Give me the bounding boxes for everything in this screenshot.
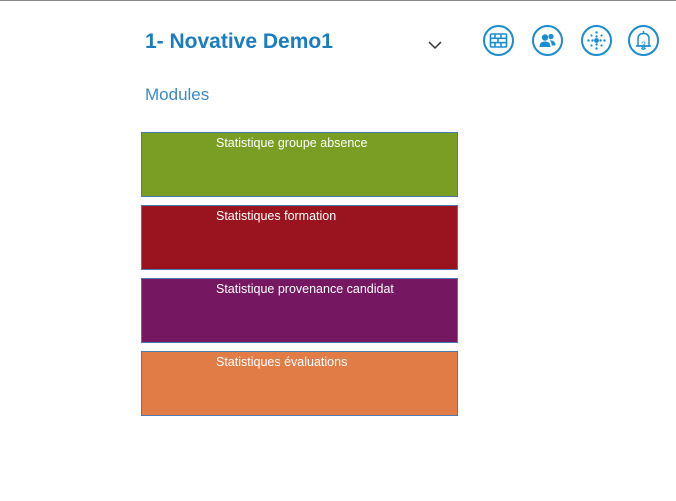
bell-icon[interactable]: 3 [628,25,659,56]
section-title: Modules [145,85,210,104]
wall-icon[interactable] [483,25,514,56]
module-label: Statistique groupe absence [216,136,368,150]
notification-count-badge: 3 [640,40,646,50]
users-icon[interactable] [532,25,563,56]
module-tile-statistique-groupe-absence[interactable]: Statistique groupe absence [141,132,458,197]
module-tile-statistique-provenance-candidat[interactable]: Statistique provenance candidat [141,278,458,343]
company-dropdown-chevron-icon[interactable] [426,38,444,52]
network-icon[interactable] [581,25,612,56]
module-tile-statistiques-evaluations[interactable]: Statistiques évaluations [141,351,458,416]
module-label: Statistique provenance candidat [216,282,394,296]
company-title: 1- Novative Demo1 [145,30,333,53]
module-tile-statistiques-formation[interactable]: Statistiques formation [141,205,458,270]
module-label: Statistiques formation [216,209,337,223]
module-label: Statistiques évaluations [216,355,348,369]
